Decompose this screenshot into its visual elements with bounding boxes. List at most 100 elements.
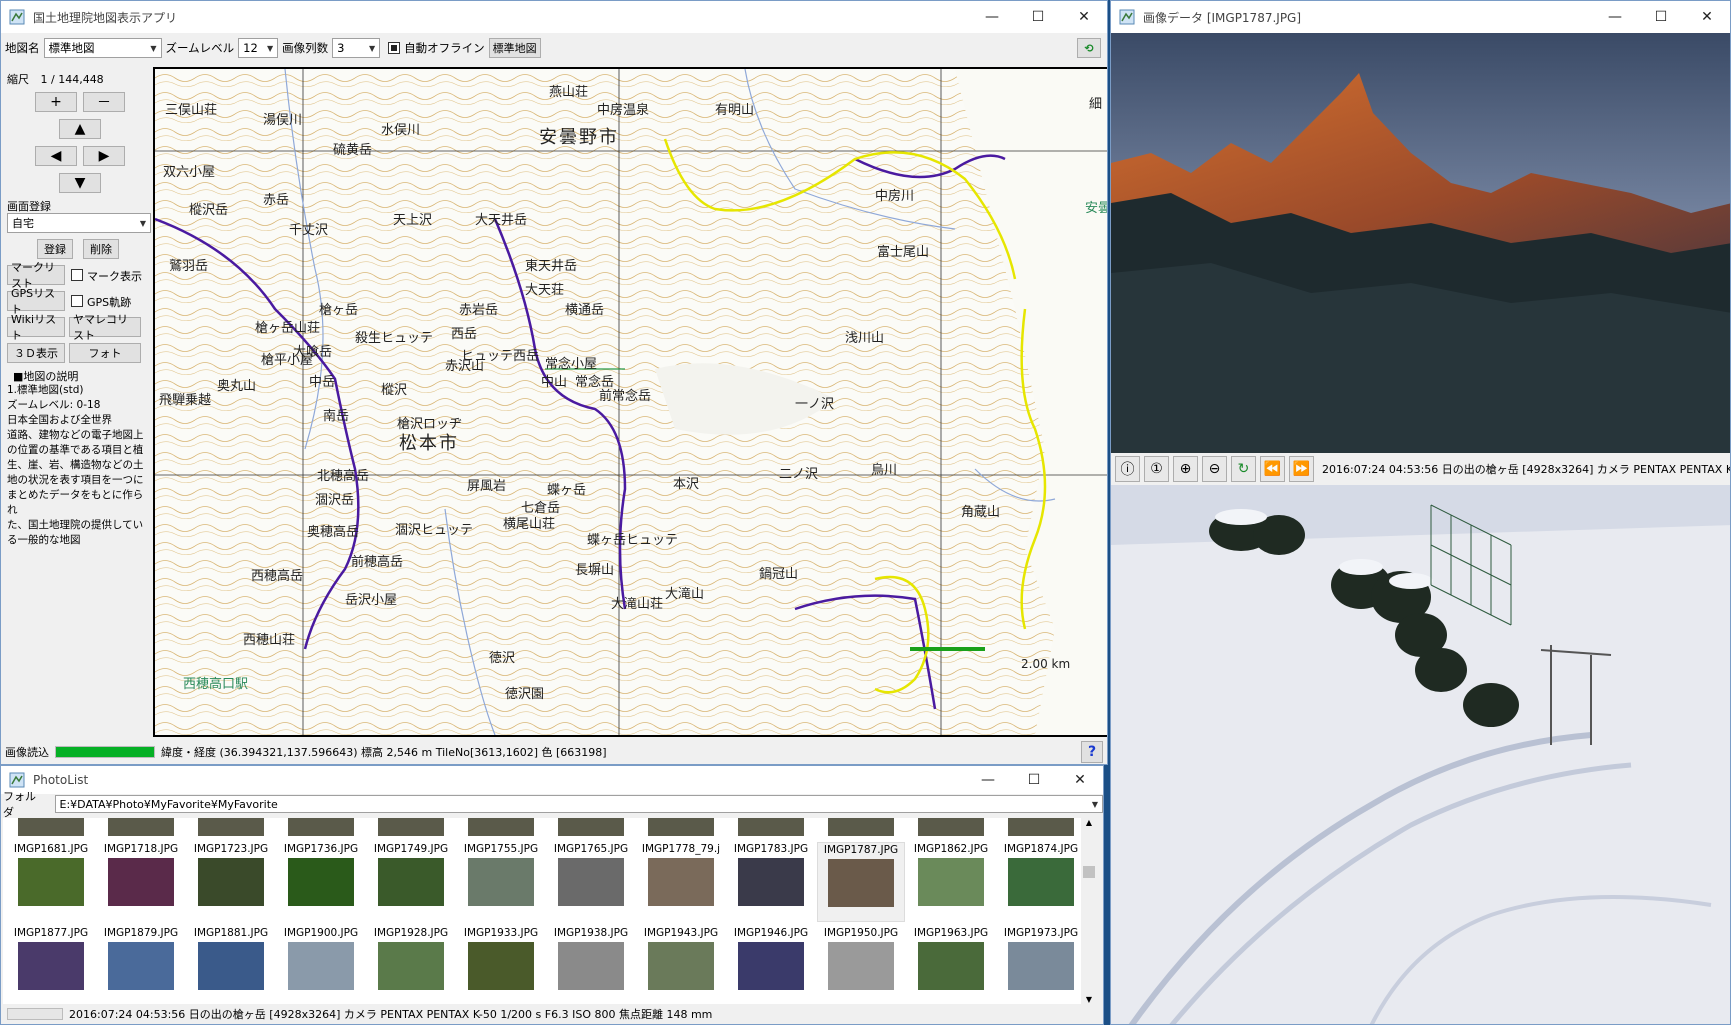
partial-thumbnail[interactable] (738, 818, 804, 836)
auto-offline-checkbox[interactable] (388, 42, 401, 54)
photo-thumbnail[interactable]: IMGP1943.JPG (637, 926, 725, 1004)
columns-select[interactable]: 3 ▼ (332, 38, 381, 58)
photo-thumbnail[interactable]: IMGP1938.JPG (547, 926, 635, 1004)
partial-thumbnail[interactable] (378, 818, 444, 836)
mapname-select[interactable]: 標準地図 ▼ (43, 38, 162, 58)
thumbnail-filename: IMGP1933.JPG (463, 927, 539, 939)
zoom-out-icon[interactable]: ⊖ (1202, 456, 1227, 482)
zoom-out-button[interactable]: － (83, 92, 125, 112)
map-window-titlebar[interactable]: 国土地理院地図表示アプリ — ☐ ✕ (1, 1, 1107, 33)
thumbnail-image (378, 942, 444, 990)
photo-thumbnail[interactable]: IMGP1862.JPG (907, 842, 995, 922)
chevron-up-icon[interactable]: ▲ (1081, 818, 1097, 827)
photo-thumbnail[interactable]: IMGP1933.JPG (457, 926, 545, 1004)
one-to-one-icon[interactable]: ① (1144, 456, 1169, 482)
photo-thumbnail[interactable]: IMGP1973.JPG (997, 926, 1083, 1004)
gps-track-checkbox[interactable] (71, 295, 83, 307)
map-label: 大滝山荘 (611, 597, 664, 612)
photo-thumbnail[interactable]: IMGP1723.JPG (187, 842, 275, 922)
up-arrow-icon[interactable]: ▲ (59, 119, 101, 139)
partial-thumbnail[interactable] (198, 818, 264, 836)
chevron-down-icon[interactable]: ▼ (1081, 995, 1097, 1004)
zoom-select[interactable]: 12 ▼ (238, 38, 279, 58)
photo-thumbnail[interactable]: IMGP1765.JPG (547, 842, 635, 922)
photo-thumbnail[interactable]: IMGP1881.JPG (187, 926, 275, 1004)
description-line: 日本全国および全世界 (7, 414, 112, 426)
photo-thumbnail[interactable]: IMGP1681.JPG (7, 842, 95, 922)
photo-thumbnail[interactable]: IMGP1755.JPG (457, 842, 545, 922)
thumbnail-filename: IMGP1900.JPG (283, 927, 359, 939)
mark-show-checkbox[interactable] (71, 269, 83, 281)
photo-thumbnail[interactable]: IMGP1928.JPG (367, 926, 455, 1004)
rotate-icon[interactable]: ↻ (1231, 456, 1256, 482)
photo-thumbnail[interactable]: IMGP1778_79.j (637, 842, 725, 922)
image-window-titlebar[interactable]: 画像データ [IMGP1787.JPG] — ☐ ✕ (1111, 1, 1730, 33)
maximize-icon[interactable]: ☐ (1638, 1, 1684, 33)
maximize-icon[interactable]: ☐ (1011, 766, 1057, 794)
mountain-sunrise-photo[interactable] (1111, 33, 1730, 453)
info-icon[interactable]: ⓘ (1115, 456, 1140, 482)
thumbnail-image (288, 942, 354, 990)
snow-scene-photo[interactable] (1111, 485, 1730, 1024)
view-3d-button[interactable]: ３Ｄ表示 (7, 343, 65, 363)
photo-button[interactable]: フォト (69, 343, 141, 363)
left-arrow-icon[interactable]: ◀ (35, 146, 77, 166)
map-view[interactable]: 安曇野市 松本市 燕山荘 中房温泉 有明山 大天井岳 東天井岳 常念岳 常念小屋… (153, 67, 1107, 737)
map-label: 赤岳 (263, 193, 290, 208)
photo-thumbnail[interactable]: IMGP1749.JPG (367, 842, 455, 922)
folder-path-select[interactable]: E:¥DATA¥Photo¥MyFavorite¥MyFavorite ▼ (54, 795, 1103, 813)
gps-list-button[interactable]: GPSリスト (7, 287, 65, 316)
photo-thumbnail[interactable]: IMGP1874.JPG (997, 842, 1083, 922)
maximize-icon[interactable]: ☐ (1015, 1, 1061, 33)
help-icon[interactable]: ? (1081, 741, 1103, 763)
thumbnail-filename: IMGP1877.JPG (13, 927, 89, 939)
partial-thumbnail[interactable] (108, 818, 174, 836)
zoom-in-button[interactable]: + (35, 92, 77, 112)
photolist-titlebar[interactable]: PhotoList — ☐ ✕ (1, 766, 1103, 794)
photo-thumbnail[interactable]: IMGP1950.JPG (817, 926, 905, 1004)
partial-thumbnail[interactable] (288, 818, 354, 836)
partial-thumbnail[interactable] (1008, 818, 1074, 836)
photo-thumbnail[interactable]: IMGP1787.JPG (817, 842, 905, 922)
photo-thumbnail[interactable]: IMGP1963.JPG (907, 926, 995, 1004)
next-icon[interactable]: ⏩ (1289, 456, 1314, 482)
minimize-icon[interactable]: — (965, 766, 1011, 794)
thumbnail-filename: IMGP1943.JPG (643, 927, 719, 939)
std-map-button[interactable]: 標準地図 (488, 38, 541, 58)
yamareco-list-button[interactable]: ヤマレコリスト (69, 313, 141, 342)
map-label: 赤沢山 (445, 359, 485, 374)
partial-thumbnail[interactable] (828, 818, 894, 836)
thumbnail-grid: IMGP1681.JPG IMGP1718.JPG IMGP1723.JPG IMGP… (3, 818, 1083, 1004)
photo-thumbnail[interactable]: IMGP1783.JPG (727, 842, 815, 922)
delete-button[interactable]: 削除 (83, 239, 119, 259)
partial-thumbnail[interactable] (918, 818, 984, 836)
mark-list-button[interactable]: マークリスト (7, 261, 65, 290)
photo-thumbnail[interactable]: IMGP1718.JPG (97, 842, 185, 922)
snow-photo-image (1111, 485, 1730, 1024)
down-arrow-icon[interactable]: ▼ (59, 173, 101, 193)
partial-thumbnail[interactable] (558, 818, 624, 836)
wiki-list-button[interactable]: Wikiリスト (7, 313, 65, 342)
partial-thumbnail[interactable] (648, 818, 714, 836)
close-icon[interactable]: ✕ (1061, 1, 1107, 33)
photo-thumbnail[interactable]: IMGP1946.JPG (727, 926, 815, 1004)
close-icon[interactable]: ✕ (1057, 766, 1103, 794)
photolist-statusbar: 2016:07:24 04:53:56 日の出の槍ヶ岳 [4928x3264] … (1, 1004, 1101, 1024)
refresh-icon[interactable]: ⟲ (1077, 38, 1101, 58)
register-button[interactable]: 登録 (37, 239, 73, 259)
zoom-in-icon[interactable]: ⊕ (1173, 456, 1198, 482)
register-select[interactable]: 自宅 ▼ (7, 213, 151, 233)
close-icon[interactable]: ✕ (1684, 1, 1730, 33)
right-arrow-icon[interactable]: ▶ (83, 146, 125, 166)
minimize-icon[interactable]: — (969, 1, 1015, 33)
photo-thumbnail[interactable]: IMGP1879.JPG (97, 926, 185, 1004)
thumbnail-scrollbar[interactable]: ▲ ▼ (1081, 818, 1097, 1004)
partial-thumbnail[interactable] (468, 818, 534, 836)
minimize-icon[interactable]: — (1592, 1, 1638, 33)
scrollbar-thumb[interactable] (1083, 866, 1095, 878)
partial-thumbnail[interactable] (18, 818, 84, 836)
photo-thumbnail[interactable]: IMGP1877.JPG (7, 926, 95, 1004)
photo-thumbnail[interactable]: IMGP1900.JPG (277, 926, 365, 1004)
photo-thumbnail[interactable]: IMGP1736.JPG (277, 842, 365, 922)
prev-icon[interactable]: ⏪ (1260, 456, 1285, 482)
